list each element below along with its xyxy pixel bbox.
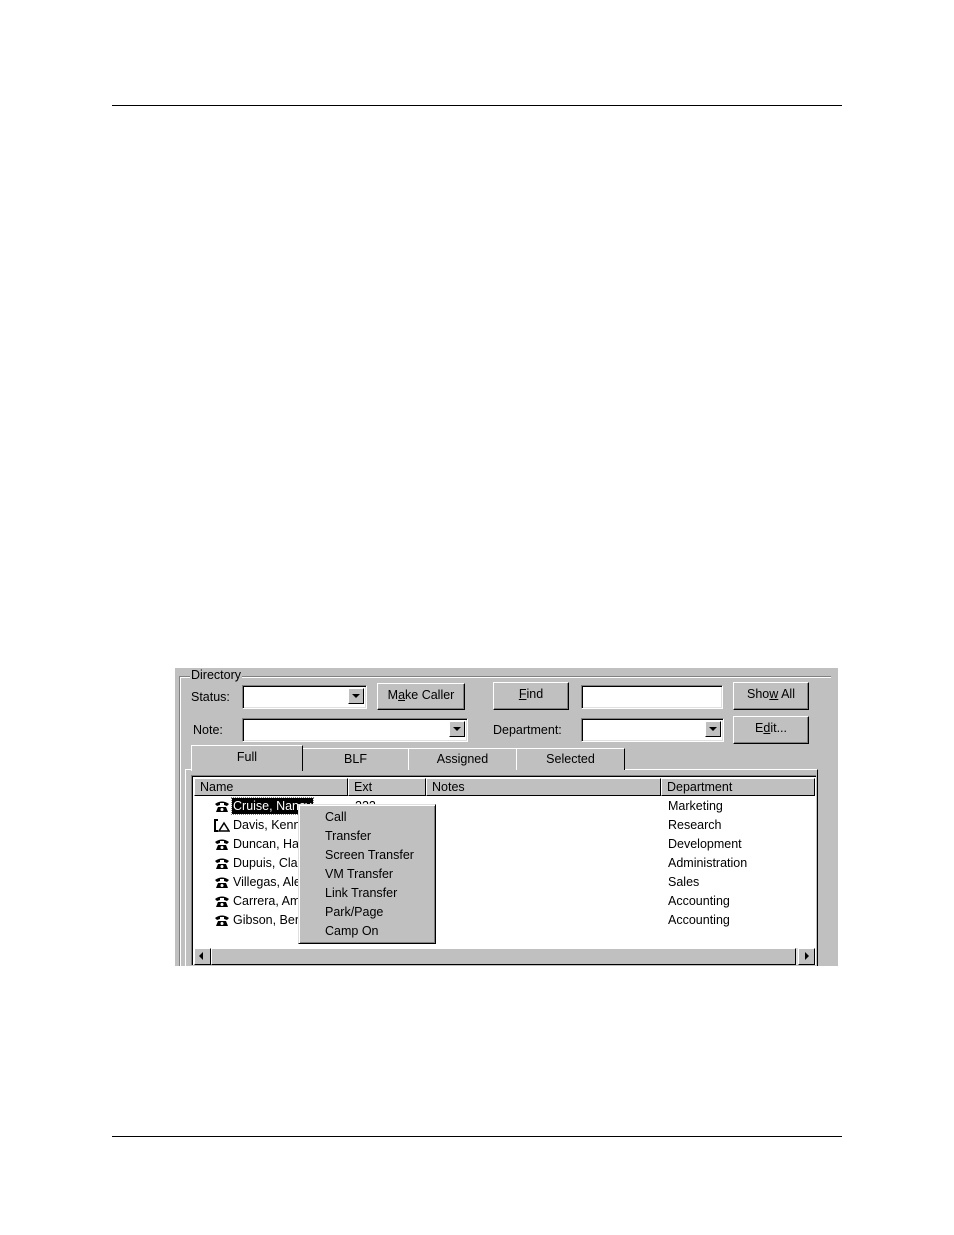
table-row[interactable]: Villegas, Alex Sales bbox=[192, 873, 812, 892]
menu-item-link-transfer[interactable]: Link Transfer bbox=[302, 884, 432, 903]
table-row[interactable]: Gibson, Bernard Accounting bbox=[192, 911, 812, 930]
phone-icon bbox=[215, 877, 229, 888]
column-header-notes[interactable]: Notes bbox=[426, 778, 661, 796]
department-dropdown[interactable] bbox=[581, 718, 724, 742]
tab-selected[interactable]: Selected bbox=[516, 748, 625, 770]
scroll-thumb[interactable] bbox=[211, 948, 796, 965]
phone-icon bbox=[215, 915, 229, 926]
row-department: Marketing bbox=[668, 799, 723, 813]
row-department: Administration bbox=[668, 856, 748, 870]
phone-icon bbox=[215, 858, 229, 869]
phone-icon bbox=[215, 896, 229, 907]
edit-button[interactable]: Edit... bbox=[733, 716, 809, 744]
table-row[interactable]: Carrera, Amparo Accounting bbox=[192, 892, 812, 911]
column-header-name[interactable]: Name bbox=[194, 778, 348, 796]
row-department: Sales bbox=[668, 875, 700, 889]
group-title: Directory bbox=[190, 668, 243, 682]
column-header-department[interactable]: Department bbox=[661, 778, 815, 796]
horizontal-scrollbar[interactable] bbox=[194, 948, 815, 965]
chevron-down-icon[interactable] bbox=[348, 688, 364, 704]
make-caller-button[interactable]: Make Caller bbox=[377, 683, 465, 710]
tab-full[interactable]: Full bbox=[191, 745, 303, 771]
bottom-rule bbox=[112, 1136, 842, 1137]
find-button[interactable]: Find bbox=[493, 682, 569, 710]
phone-icon bbox=[215, 839, 229, 850]
tab-blf[interactable]: BLF bbox=[302, 748, 409, 770]
top-rule bbox=[112, 105, 842, 106]
table-row[interactable]: Duncan, Harold Development bbox=[192, 835, 812, 854]
scroll-right-arrow-icon[interactable] bbox=[798, 948, 815, 965]
tab-assigned[interactable]: Assigned bbox=[408, 748, 517, 770]
table-row[interactable]: Davis, Kenneth Research bbox=[192, 816, 812, 835]
context-menu: Call Transfer Screen Transfer VM Transfe… bbox=[298, 804, 436, 944]
row-department: Accounting bbox=[668, 913, 730, 927]
show-all-button[interactable]: Show All bbox=[733, 682, 809, 710]
phone-offhook-icon bbox=[214, 819, 230, 832]
directory-list[interactable]: Name Ext Notes Department Cruise, Nancy … bbox=[191, 775, 816, 965]
chevron-down-icon[interactable] bbox=[449, 721, 465, 737]
menu-item-call[interactable]: Call bbox=[302, 808, 432, 827]
chevron-down-icon[interactable] bbox=[705, 721, 721, 737]
menu-item-vm-transfer[interactable]: VM Transfer bbox=[302, 865, 432, 884]
menu-item-screen-transfer[interactable]: Screen Transfer bbox=[302, 846, 432, 865]
menu-item-camp-on[interactable]: Camp On bbox=[302, 922, 432, 941]
status-dropdown[interactable] bbox=[242, 685, 367, 709]
department-label: Department: bbox=[493, 723, 562, 737]
table-row[interactable]: Cruise, Nancy 222 Marketing bbox=[192, 797, 812, 816]
row-department: Development bbox=[668, 837, 742, 851]
scroll-left-arrow-icon[interactable] bbox=[194, 948, 211, 965]
status-label: Status: bbox=[191, 690, 230, 704]
directory-window: Directory Status: Make Caller Find Show … bbox=[175, 668, 838, 966]
phone-icon bbox=[215, 801, 229, 812]
row-department: Research bbox=[668, 818, 722, 832]
note-label: Note: bbox=[193, 723, 223, 737]
table-row[interactable]: Dupuis, Claire Administration bbox=[192, 854, 812, 873]
note-dropdown[interactable] bbox=[242, 718, 468, 742]
column-header-ext[interactable]: Ext bbox=[348, 778, 426, 796]
menu-item-transfer[interactable]: Transfer bbox=[302, 827, 432, 846]
find-input[interactable] bbox=[581, 685, 723, 709]
row-name: Villegas, Alex bbox=[233, 875, 308, 889]
menu-item-park-page[interactable]: Park/Page bbox=[302, 903, 432, 922]
row-department: Accounting bbox=[668, 894, 730, 908]
